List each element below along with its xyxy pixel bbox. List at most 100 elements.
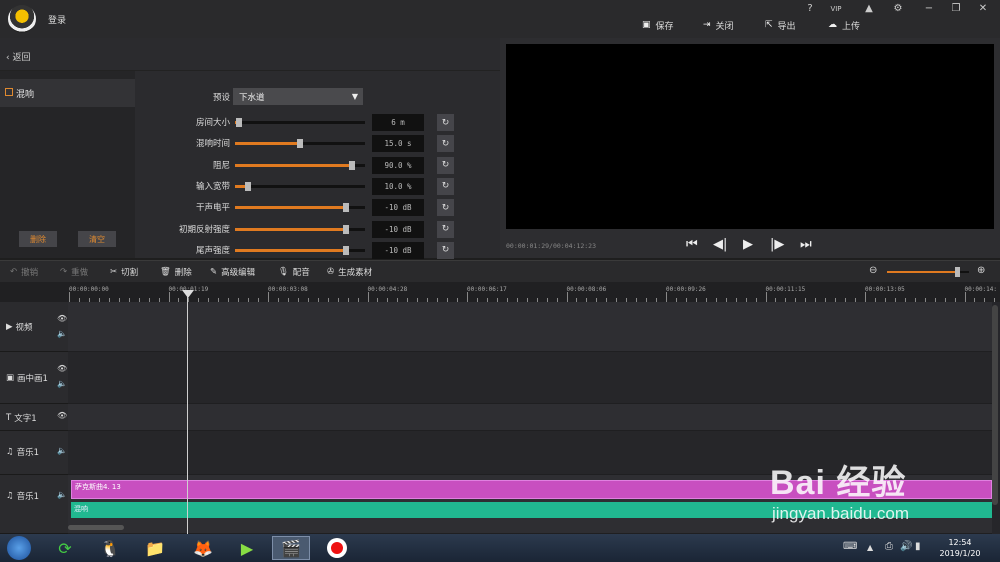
taskbar-app-explorer[interactable]: 📁 — [136, 536, 174, 560]
ruler-tick-mark — [566, 292, 568, 302]
delete-button[interactable]: 🗑 删除 — [160, 266, 192, 278]
lane-video[interactable] — [68, 302, 992, 352]
close-window-icon[interactable]: ✕ — [976, 3, 990, 14]
redo-button[interactable]: ↷ 重做 — [60, 266, 88, 278]
speaker-icon[interactable]: 🔈 — [57, 490, 67, 499]
param-slider-thumb[interactable] — [342, 203, 349, 213]
keyboard-icon[interactable]: ⌨ — [843, 541, 857, 552]
clear-effects-button[interactable]: 清空 — [78, 231, 116, 247]
timeline-ruler[interactable]: 00:00:00:00 00:00:01:19 00:00:03:08 00:00:0… — [0, 282, 1000, 302]
param-slider[interactable] — [235, 139, 365, 149]
param-slider[interactable] — [235, 160, 365, 170]
save-button[interactable]: ▣ 保存 — [642, 18, 674, 32]
eye-icon[interactable]: 👁 — [57, 411, 67, 420]
reset-icon[interactable]: ↻ — [437, 177, 454, 195]
minimize-icon[interactable]: − — [922, 3, 936, 14]
export-button[interactable]: ⇱ 导出 — [765, 18, 796, 32]
playhead-line[interactable] — [187, 290, 188, 534]
advanced-edit-button[interactable]: ✎ 高级编辑 — [210, 266, 255, 278]
cut-button[interactable]: ✂ 切割 — [110, 266, 138, 278]
undo-label: 撤销 — [21, 268, 39, 278]
ruler-tick-label: 00:00:09:26 — [666, 286, 706, 293]
param-slider-thumb[interactable] — [342, 245, 349, 255]
reset-icon[interactable]: ↻ — [437, 241, 454, 259]
reset-icon[interactable]: ↻ — [437, 199, 454, 217]
bell-icon[interactable]: ▲ — [862, 3, 876, 14]
taskbar-app-editor[interactable]: 🎬 — [272, 536, 310, 560]
param-slider[interactable] — [235, 245, 365, 255]
param-value[interactable]: -10 dB — [372, 220, 424, 238]
param-value[interactable]: 10.0 % — [372, 177, 424, 195]
start-button[interactable] — [2, 536, 36, 560]
param-value[interactable]: 90.0 % — [372, 156, 424, 174]
param-slider-thumb[interactable] — [342, 224, 349, 234]
eye-icon[interactable]: 👁 — [57, 364, 67, 373]
back-row: ‹ 返回 — [0, 38, 500, 71]
ruler-tick-mark — [168, 292, 170, 302]
taskbar-app-refresh[interactable]: ⟳ — [46, 536, 84, 560]
zoom-slider[interactable] — [887, 267, 969, 277]
dub-button[interactable]: 🎙 配音 — [278, 266, 310, 278]
param-value[interactable]: 15.0 s — [372, 135, 424, 153]
skip-start-icon[interactable]: ⏮ — [686, 237, 698, 252]
play-icon[interactable]: ▶ — [743, 237, 753, 252]
taskbar-app-qq[interactable]: 🐧 — [91, 536, 129, 560]
taskbar-app-recorder[interactable] — [318, 536, 356, 560]
param-value[interactable]: -10 dB — [372, 241, 424, 259]
back-button[interactable]: ‹ 返回 — [6, 50, 31, 63]
speaker-icon[interactable]: 🔈 — [57, 446, 67, 455]
tray-arrow-icon[interactable]: ▲ — [867, 543, 873, 552]
skip-end-icon[interactable]: ⏭ — [800, 237, 812, 252]
param-slider[interactable] — [235, 118, 365, 127]
track-header-video: ▶ 视频 👁 🔈 — [0, 302, 68, 352]
ruler-tick-mark — [765, 292, 767, 302]
next-frame-icon[interactable]: |▶ — [770, 237, 784, 252]
reset-icon[interactable]: ↻ — [437, 135, 454, 153]
eye-icon[interactable]: 👁 — [57, 314, 67, 323]
param-slider-thumb[interactable] — [349, 160, 355, 170]
folder-icon: 📁 — [145, 538, 165, 558]
gear-icon[interactable]: ⚙ — [891, 3, 905, 14]
close-button[interactable]: ⇥ 关闭 — [703, 18, 734, 32]
zoom-in-icon[interactable]: ⊕ — [977, 265, 985, 276]
vertical-scrollbar[interactable] — [992, 305, 998, 505]
param-slider[interactable] — [235, 203, 365, 213]
param-slider[interactable] — [235, 224, 365, 234]
delete-effect-button[interactable]: 删除 — [19, 231, 57, 247]
volume-icon[interactable]: 🔊 — [900, 541, 912, 552]
param-value[interactable]: -10 dB — [372, 199, 424, 217]
param-value[interactable]: 6 m — [372, 114, 424, 131]
effect-checkbox[interactable] — [5, 88, 13, 96]
playhead-marker[interactable] — [182, 290, 194, 298]
help-icon[interactable]: ? — [803, 3, 817, 14]
login-link[interactable]: 登录 — [48, 13, 66, 26]
network-icon[interactable]: ▮ — [915, 541, 921, 552]
vip-icon[interactable]: VIP — [829, 5, 843, 13]
lane-pip[interactable] — [68, 352, 992, 404]
param-slider[interactable] — [235, 181, 365, 191]
preset-select[interactable]: 下水道 ▼ — [233, 88, 363, 105]
usb-icon[interactable]: ⎙ — [885, 541, 893, 552]
taskbar-app-firefox[interactable]: 🦊 — [184, 536, 222, 560]
zoom-out-icon[interactable]: ⊖ — [869, 265, 877, 276]
generate-material-button[interactable]: ✇ 生成素材 — [327, 266, 372, 278]
horizontal-scrollbar[interactable] — [68, 525, 124, 530]
reset-icon[interactable]: ↻ — [437, 156, 454, 174]
restore-icon[interactable]: ❐ — [949, 3, 963, 14]
speaker-icon[interactable]: 🔈 — [57, 379, 67, 388]
upload-button[interactable]: ☁ 上传 — [828, 18, 860, 32]
music-note-icon: ♫ — [6, 491, 14, 501]
taskbar-clock[interactable]: 12:54 2019/1/20 — [930, 537, 990, 559]
param-slider-thumb[interactable] — [235, 118, 242, 127]
param-slider-thumb[interactable] — [245, 181, 251, 191]
reset-icon[interactable]: ↻ — [437, 114, 454, 131]
param-slider-thumb[interactable] — [297, 139, 303, 149]
effect-item-reverb[interactable]: 混响 — [0, 79, 135, 107]
lane-text[interactable] — [68, 404, 992, 431]
speaker-icon[interactable]: 🔈 — [57, 329, 67, 338]
undo-button[interactable]: ↶ 撤销 — [10, 266, 38, 278]
prev-frame-icon[interactable]: ◀| — [713, 237, 727, 252]
zoom-thumb[interactable] — [954, 267, 960, 277]
taskbar-app-video[interactable]: ▶ — [228, 536, 266, 560]
reset-icon[interactable]: ↻ — [437, 220, 454, 238]
